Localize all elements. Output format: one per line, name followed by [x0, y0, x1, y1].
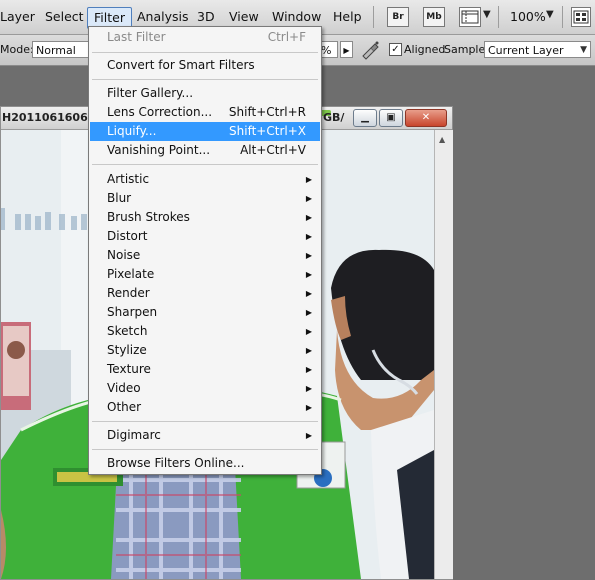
submenu-arrow-icon: ▶ — [305, 346, 312, 355]
document-title-suffix: GB/ — [323, 111, 345, 124]
arrange-documents-icon[interactable] — [571, 7, 591, 27]
chevron-down-icon[interactable]: ▼ — [483, 9, 491, 20]
submenu-arrow-icon: ▶ — [305, 251, 312, 260]
sample-label: Sample: — [444, 43, 489, 56]
menu-separator — [92, 52, 318, 53]
mode-select[interactable]: Normal — [32, 41, 90, 58]
submenu-arrow-icon: ▶ — [305, 194, 312, 203]
restore-button[interactable]: ▣ — [379, 109, 403, 127]
menu-3d[interactable]: 3D — [197, 9, 215, 25]
submenu-arrow-icon: ▶ — [305, 308, 312, 317]
menu-item-video[interactable]: Video ▶ — [90, 379, 320, 398]
sample-value: Current Layer — [488, 44, 564, 57]
sample-select[interactable]: Current Layer ▼ — [484, 41, 591, 58]
menu-item-other[interactable]: Other ▶ — [90, 398, 320, 417]
view-extras-icon[interactable] — [459, 7, 481, 27]
menu-item-blur[interactable]: Blur ▶ — [90, 189, 320, 208]
airbrush-icon[interactable] — [359, 40, 381, 60]
menu-layer[interactable]: Layer — [0, 9, 35, 25]
aligned-checkbox[interactable]: ✓ — [389, 43, 402, 56]
chevron-down-icon: ▼ — [580, 45, 587, 55]
menu-item-stylize[interactable]: Stylize ▶ — [90, 341, 320, 360]
menu-item-pixelate[interactable]: Pixelate ▶ — [90, 265, 320, 284]
vertical-scrollbar[interactable]: ▲ — [434, 130, 453, 579]
scroll-up-arrow-icon[interactable]: ▲ — [439, 135, 445, 144]
menu-item-artistic[interactable]: Artistic ▶ — [90, 170, 320, 189]
opacity-value: % — [321, 44, 332, 57]
mode-value: Normal — [36, 44, 76, 57]
submenu-arrow-icon: ▶ — [305, 232, 312, 241]
menubar-divider — [373, 6, 374, 28]
menu-item-browse-filters-online[interactable]: Browse Filters Online... — [90, 454, 320, 473]
menu-item-convert-smart-filters[interactable]: Convert for Smart Filters — [90, 56, 320, 75]
chevron-down-icon[interactable]: ▼ — [546, 9, 554, 20]
menu-item-texture[interactable]: Texture ▶ — [90, 360, 320, 379]
mode-label: Mode: — [0, 43, 34, 56]
menu-item-sketch[interactable]: Sketch ▶ — [90, 322, 320, 341]
menu-item-lens-correction[interactable]: Lens Correction... Shift+Ctrl+R — [90, 103, 320, 122]
menu-item-digimarc[interactable]: Digimarc ▶ — [90, 426, 320, 445]
menu-view[interactable]: View — [229, 9, 259, 25]
menubar-divider — [562, 6, 563, 28]
submenu-arrow-icon: ▶ — [305, 403, 312, 412]
menu-item-liquify[interactable]: Liquify... Shift+Ctrl+X — [90, 122, 320, 141]
menu-help[interactable]: Help — [333, 9, 362, 25]
submenu-arrow-icon: ▶ — [305, 384, 312, 393]
mini-bridge-button[interactable]: Mb — [423, 7, 445, 27]
zoom-level[interactable]: 100% — [510, 9, 546, 25]
menu-window[interactable]: Window — [272, 9, 321, 25]
aligned-label: Aligned — [404, 43, 446, 56]
bridge-button[interactable]: Br — [387, 7, 409, 27]
submenu-arrow-icon: ▶ — [305, 327, 312, 336]
menu-item-vanishing-point[interactable]: Vanishing Point... Alt+Ctrl+V — [90, 141, 320, 160]
menu-separator — [92, 79, 318, 80]
menu-item-render[interactable]: Render ▶ — [90, 284, 320, 303]
menu-item-brush-strokes[interactable]: Brush Strokes ▶ — [90, 208, 320, 227]
menu-item-filter-gallery[interactable]: Filter Gallery... — [90, 84, 320, 103]
menubar-divider — [498, 6, 499, 28]
menu-separator — [92, 164, 318, 165]
submenu-arrow-icon: ▶ — [305, 431, 312, 440]
menu-separator — [92, 449, 318, 450]
submenu-arrow-icon: ▶ — [305, 289, 312, 298]
menu-item-noise[interactable]: Noise ▶ — [90, 246, 320, 265]
opacity-field[interactable]: % — [321, 41, 338, 58]
menu-select[interactable]: Select — [45, 9, 84, 25]
minimize-button[interactable]: ▁ — [353, 109, 377, 127]
menu-separator — [92, 421, 318, 422]
close-button[interactable]: ✕ — [405, 109, 447, 127]
submenu-arrow-icon: ▶ — [305, 365, 312, 374]
menu-item-distort[interactable]: Distort ▶ — [90, 227, 320, 246]
filter-menu: Last Filter Ctrl+F Convert for Smart Fil… — [88, 26, 322, 475]
submenu-arrow-icon: ▶ — [305, 213, 312, 222]
opacity-flyout-button[interactable]: ▶ — [340, 41, 353, 58]
menu-item-sharpen[interactable]: Sharpen ▶ — [90, 303, 320, 322]
menu-analysis[interactable]: Analysis — [137, 9, 189, 25]
menu-item-last-filter[interactable]: Last Filter Ctrl+F — [90, 28, 320, 47]
submenu-arrow-icon: ▶ — [305, 270, 312, 279]
submenu-arrow-icon: ▶ — [305, 175, 312, 184]
